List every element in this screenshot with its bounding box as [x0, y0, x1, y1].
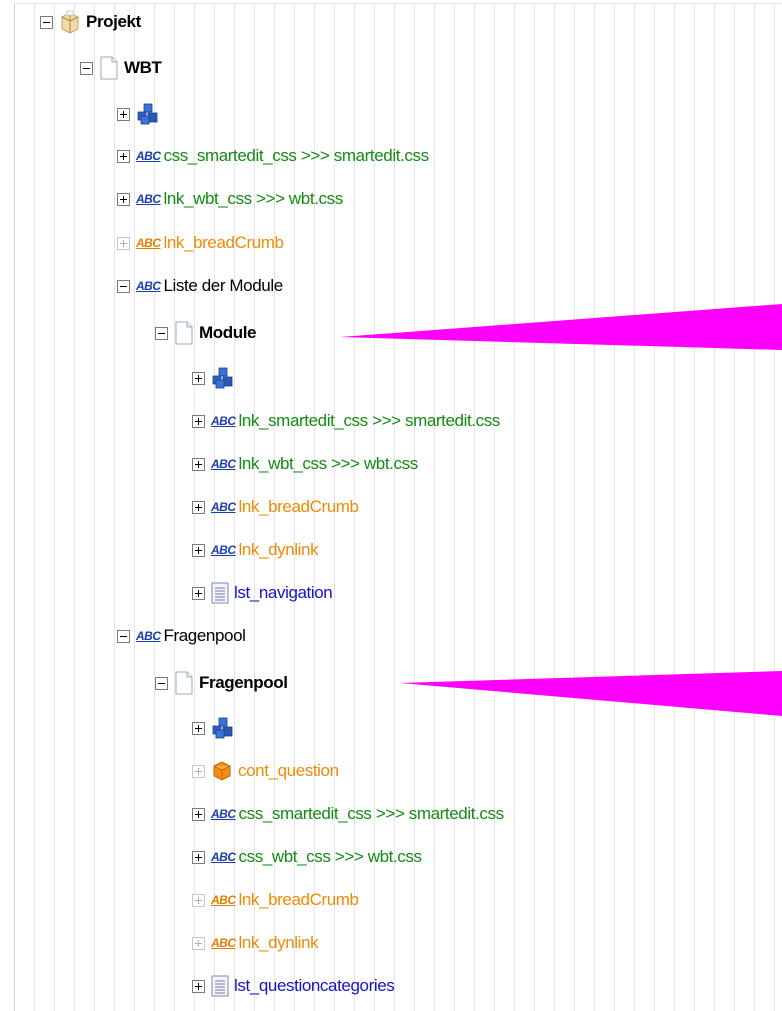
callout-arrow-fragenpool [400, 671, 782, 716]
callout-arrow-module [340, 304, 782, 350]
callout-layer [340, 304, 782, 716]
